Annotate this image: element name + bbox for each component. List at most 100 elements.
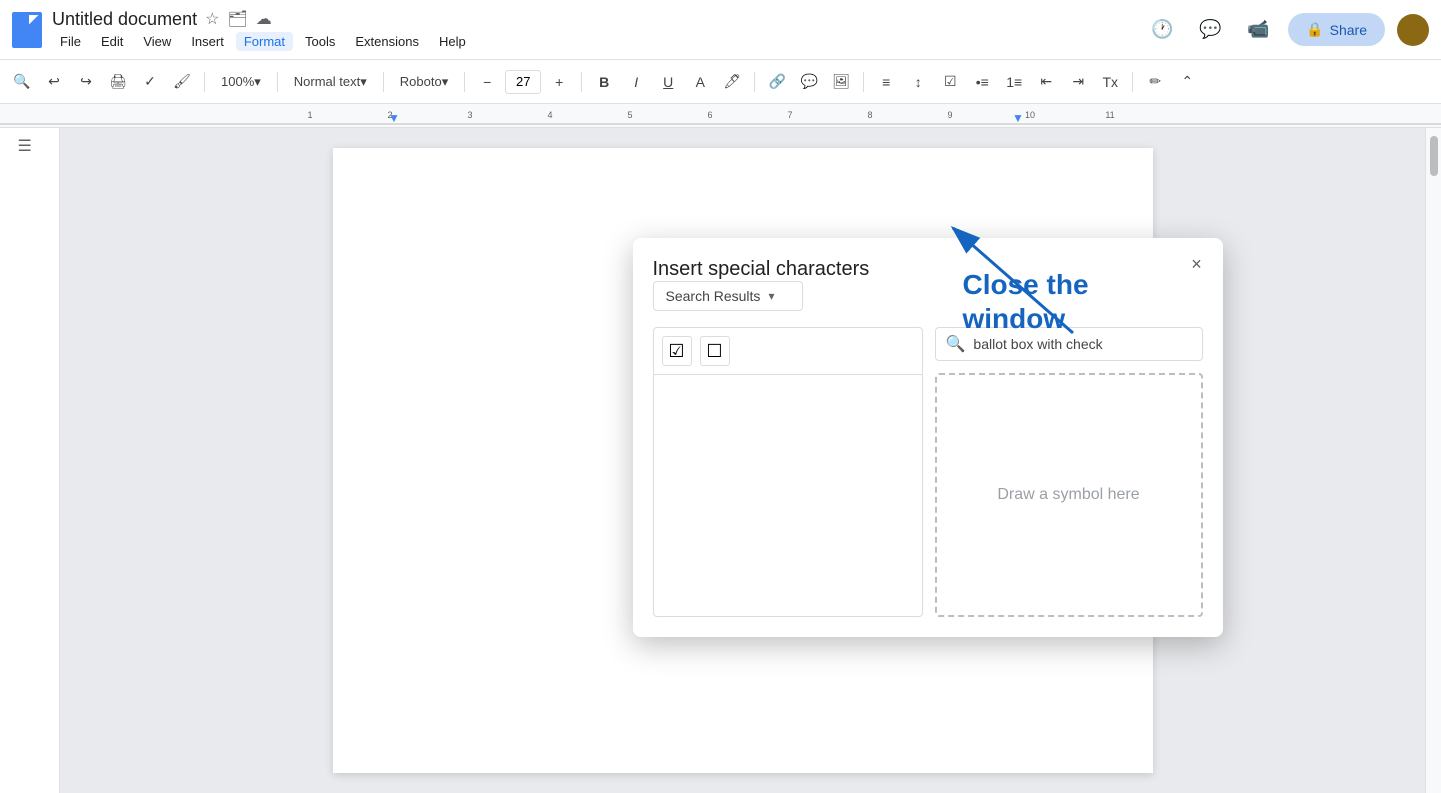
bold-btn[interactable]: B bbox=[590, 68, 618, 96]
title-area: Untitled document ☆ 🗂 ☁ File Edit View I… bbox=[52, 9, 474, 51]
google-docs-icon bbox=[12, 12, 42, 48]
zoom-value: 100% bbox=[221, 74, 254, 89]
line-spacing-btn[interactable]: ↕ bbox=[904, 68, 932, 96]
font-size-increase[interactable]: + bbox=[545, 68, 573, 96]
share-label: Share bbox=[1330, 22, 1367, 38]
user-avatar[interactable] bbox=[1397, 14, 1429, 46]
expand-btn[interactable]: ⌃ bbox=[1173, 68, 1201, 96]
divider6 bbox=[754, 72, 755, 92]
symbol-panel: ☑ ☐ bbox=[653, 327, 923, 617]
draw-area[interactable]: Draw a symbol here bbox=[935, 373, 1203, 617]
indent-decrease-btn[interactable]: ⇤ bbox=[1032, 68, 1060, 96]
menu-file[interactable]: File bbox=[52, 32, 89, 51]
style-select[interactable]: Normal text ▾ bbox=[286, 68, 375, 96]
search-results-dropdown[interactable]: Search Results ▾ bbox=[653, 281, 803, 311]
svg-text:▼: ▼ bbox=[388, 111, 400, 125]
font-size-decrease[interactable]: − bbox=[473, 68, 501, 96]
bullet-list-btn[interactable]: •≡ bbox=[968, 68, 996, 96]
search-box: 🔍 bbox=[935, 327, 1203, 361]
search-input[interactable] bbox=[973, 336, 1191, 352]
right-panel: 🔍 Draw a symbol here bbox=[935, 327, 1203, 617]
dialog-close-button[interactable]: × bbox=[1185, 252, 1209, 276]
toolbar: 🔍 ↩ ↪ 🖨 ✓ 🖌 100% ▾ Normal text ▾ Roboto … bbox=[0, 60, 1441, 104]
title-bar: Untitled document ☆ 🗂 ☁ File Edit View I… bbox=[0, 0, 1441, 60]
undo-btn[interactable]: ↩ bbox=[40, 68, 68, 96]
spellcheck-btn[interactable]: ✓ bbox=[136, 68, 164, 96]
menu-extensions[interactable]: Extensions bbox=[347, 32, 427, 51]
ruler-svg: 1 2 3 4 5 6 7 8 9 10 11 ▼ ▼ bbox=[0, 104, 1441, 127]
scroll-indicator[interactable] bbox=[1430, 136, 1438, 176]
comment-btn[interactable]: 💬 bbox=[795, 68, 823, 96]
svg-text:10: 10 bbox=[1025, 110, 1035, 120]
meet-button[interactable]: 📹 bbox=[1240, 12, 1276, 48]
divider7 bbox=[863, 72, 864, 92]
menu-view[interactable]: View bbox=[135, 32, 179, 51]
divider2 bbox=[277, 72, 278, 92]
cloud-icon: ☁ bbox=[256, 9, 272, 29]
style-value: Normal text bbox=[294, 74, 360, 89]
font-select[interactable]: Roboto ▾ bbox=[392, 68, 456, 96]
dropdown-label: Search Results bbox=[666, 288, 761, 304]
sidebar-right bbox=[1425, 128, 1441, 793]
chevron-down-icon: ▾ bbox=[768, 289, 774, 303]
doc-canvas-area[interactable]: Insert special characters × Search Resul… bbox=[60, 128, 1425, 793]
zoom-select[interactable]: 100% ▾ bbox=[213, 68, 269, 96]
align-btn[interactable]: ≡ bbox=[872, 68, 900, 96]
symbol-checkbox-empty[interactable]: ☐ bbox=[700, 336, 730, 366]
divider1 bbox=[204, 72, 205, 92]
menu-format[interactable]: Format bbox=[236, 32, 293, 51]
font-size-value[interactable]: 27 bbox=[516, 74, 530, 89]
folder-icon[interactable]: 🗂 bbox=[227, 9, 247, 29]
outline-icon[interactable]: ☰ bbox=[18, 136, 42, 160]
link-btn[interactable]: 🔗 bbox=[763, 68, 791, 96]
title-bar-right: 🕐 💬 📹 🔒 Share bbox=[1144, 12, 1429, 48]
sidebar-left: ☰ bbox=[0, 128, 60, 793]
draw-placeholder: Draw a symbol here bbox=[997, 486, 1139, 504]
close-icon: × bbox=[1191, 254, 1202, 275]
svg-text:7: 7 bbox=[787, 110, 792, 120]
underline-btn[interactable]: U bbox=[654, 68, 682, 96]
text-color-btn[interactable]: A bbox=[686, 68, 714, 96]
checklist-btn[interactable]: ☑ bbox=[936, 68, 964, 96]
doc-page: Insert special characters × Search Resul… bbox=[333, 148, 1153, 773]
menu-insert[interactable]: Insert bbox=[183, 32, 232, 51]
svg-text:4: 4 bbox=[547, 110, 552, 120]
divider4 bbox=[464, 72, 465, 92]
symbol-checkbox-checked[interactable]: ☑ bbox=[662, 336, 692, 366]
doc-title-row: Untitled document ☆ 🗂 ☁ bbox=[52, 9, 474, 30]
style-dropdown-icon: ▾ bbox=[360, 74, 367, 90]
doc-title-text[interactable]: Untitled document bbox=[52, 9, 197, 30]
divider8 bbox=[1132, 72, 1133, 92]
star-icon[interactable]: ☆ bbox=[205, 9, 219, 29]
ruler: 1 2 3 4 5 6 7 8 9 10 11 ▼ ▼ bbox=[0, 104, 1441, 128]
font-value: Roboto bbox=[400, 74, 442, 89]
indent-increase-btn[interactable]: ⇥ bbox=[1064, 68, 1092, 96]
print-btn[interactable]: 🖨 bbox=[104, 68, 132, 96]
insert-special-chars-dialog: Insert special characters × Search Resul… bbox=[633, 238, 1223, 637]
svg-text:1: 1 bbox=[307, 110, 312, 120]
dialog-overlay: Insert special characters × Search Resul… bbox=[333, 148, 1153, 773]
menu-bar: File Edit View Insert Format Tools Exten… bbox=[52, 32, 474, 51]
clear-formatting-btn[interactable]: Tx bbox=[1096, 68, 1124, 96]
highlight-btn[interactable]: 🖊 bbox=[718, 68, 746, 96]
symbol-panel-header: ☑ ☐ bbox=[654, 328, 922, 375]
paint-format-btn[interactable]: 🖌 bbox=[168, 68, 196, 96]
share-button[interactable]: 🔒 Share bbox=[1288, 13, 1385, 46]
search-toolbar-btn[interactable]: 🔍 bbox=[8, 68, 36, 96]
symbol-area bbox=[654, 375, 922, 615]
divider3 bbox=[383, 72, 384, 92]
svg-text:8: 8 bbox=[867, 110, 872, 120]
menu-tools[interactable]: Tools bbox=[297, 32, 343, 51]
svg-text:▼: ▼ bbox=[1012, 111, 1024, 125]
zoom-dropdown-icon: ▾ bbox=[254, 74, 261, 90]
image-btn[interactable]: 🖼 bbox=[827, 68, 855, 96]
numbered-list-btn[interactable]: 1≡ bbox=[1000, 68, 1028, 96]
menu-edit[interactable]: Edit bbox=[93, 32, 131, 51]
redo-btn[interactable]: ↪ bbox=[72, 68, 100, 96]
history-button[interactable]: 🕐 bbox=[1144, 12, 1180, 48]
divider5 bbox=[581, 72, 582, 92]
comments-button[interactable]: 💬 bbox=[1192, 12, 1228, 48]
pen-btn[interactable]: ✏ bbox=[1141, 68, 1169, 96]
italic-btn[interactable]: I bbox=[622, 68, 650, 96]
menu-help[interactable]: Help bbox=[431, 32, 474, 51]
